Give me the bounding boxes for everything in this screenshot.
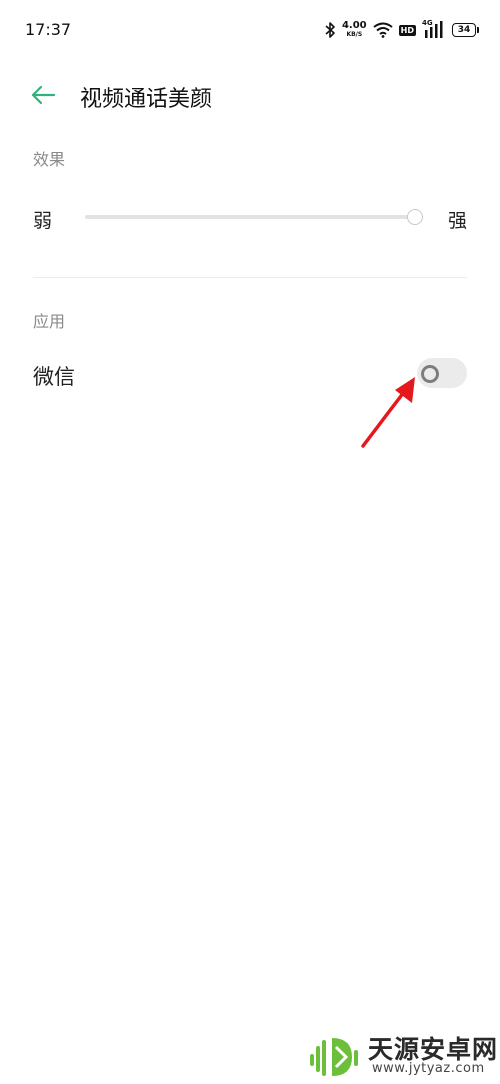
watermark: 天源安卓网 www.jytyaz.com xyxy=(306,1030,500,1084)
annotation-arrow xyxy=(361,377,415,448)
watermark-logo-icon xyxy=(310,1038,358,1076)
watermark-url: www.jytyaz.com xyxy=(372,1061,485,1076)
